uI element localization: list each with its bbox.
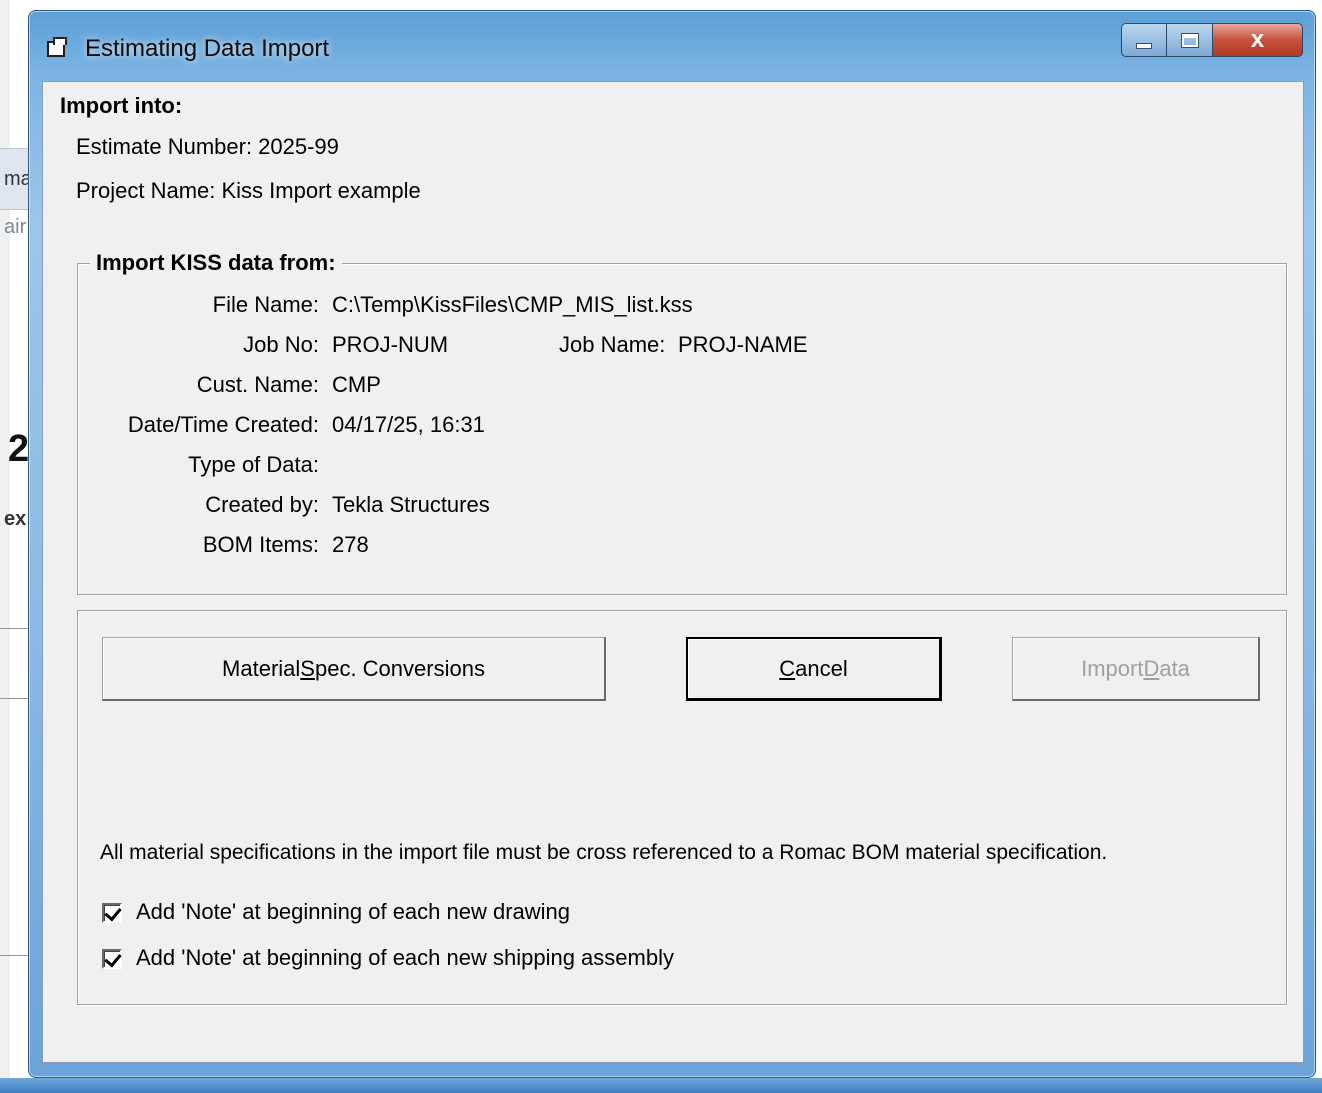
cancel-label-post: ancel [795,655,848,681]
note-shipping-assembly-checkbox[interactable] [102,949,122,969]
created-by-label: Created by: [205,492,319,517]
minimize-icon [1136,43,1152,49]
note-drawing-checkbox[interactable] [102,903,122,923]
job-name-value: PROJ-NAME [678,332,808,357]
bom-items-value: 278 [332,532,369,557]
kiss-group-legend: Import KISS data from: [90,250,342,276]
cancel-button[interactable]: Cancel [686,637,942,701]
checkmark-icon [104,949,122,968]
job-no-label: Job No: [243,332,319,357]
project-name: Project Name: Kiss Import example [76,178,421,203]
material-spec-label-pre: Material [222,655,301,681]
import-data-label-post: ata [1159,655,1190,681]
note-shipping-assembly-label[interactable]: Add 'Note' at beginning of each new ship… [136,945,674,971]
cross-reference-notice: All material specifications in the impor… [100,841,1108,864]
file-name-label: File Name: [212,292,319,317]
background-fragment-2: air [4,216,27,238]
background-divider [0,698,30,699]
import-data-button[interactable]: Import Data [1012,637,1260,701]
close-icon: x [1250,26,1265,53]
caption-buttons: x [1121,23,1303,59]
material-spec-label-post: pec. Conversions [314,655,485,681]
window-title: Estimating Data Import [85,35,330,62]
window-icon[interactable] [47,37,67,57]
background-divider [0,628,30,629]
import-data-label-pre: Import [1081,655,1144,681]
options-group: Material Spec. Conversions Cancel Import… [77,610,1287,1005]
date-created-value: 04/17/25, 16:31 [332,412,485,437]
job-no-value: PROJ-NUM [332,332,449,357]
created-by-value: Tekla Structures [332,492,490,517]
estimate-number: Estimate Number: 2025-99 [76,134,339,159]
bom-items-label: BOM Items: [202,532,319,557]
background-divider [0,955,30,956]
note-drawing-label[interactable]: Add 'Note' at beginning of each new draw… [136,899,570,925]
material-spec-conversions-button[interactable]: Material Spec. Conversions [102,637,606,701]
job-name-label: Job Name: [559,332,666,357]
cancel-accelerator: C [779,655,796,681]
kiss-data-group: Import KISS data from: File Name: C:\Tem… [77,250,1287,595]
import-data-accelerator: D [1143,655,1160,681]
maximize-icon [1181,33,1198,47]
checkmark-icon [104,903,122,922]
material-spec-accelerator: S [300,655,315,681]
minimize-button[interactable] [1121,23,1167,57]
import-dialog-window: Estimating Data Import x Import into: Es… [28,10,1316,1078]
close-button[interactable]: x [1213,23,1303,57]
taskbar-edge [0,1078,1322,1093]
background-fragment-4: ex [4,508,27,530]
date-created-label: Date/Time Created: [127,412,319,437]
dialog-client-area: Import into: Estimate Number: 2025-99 Pr… [42,81,1304,1063]
cust-name-label: Cust. Name: [196,372,319,397]
file-name-value: C:\Temp\KissFiles\CMP_MIS_list.kss [332,292,693,317]
cust-name-value: CMP [332,372,381,397]
background-fragment-3: 2 [8,428,30,470]
import-into-heading: Import into: [60,93,183,118]
type-of-data-label: Type of Data: [188,452,319,477]
maximize-button[interactable] [1167,23,1213,57]
